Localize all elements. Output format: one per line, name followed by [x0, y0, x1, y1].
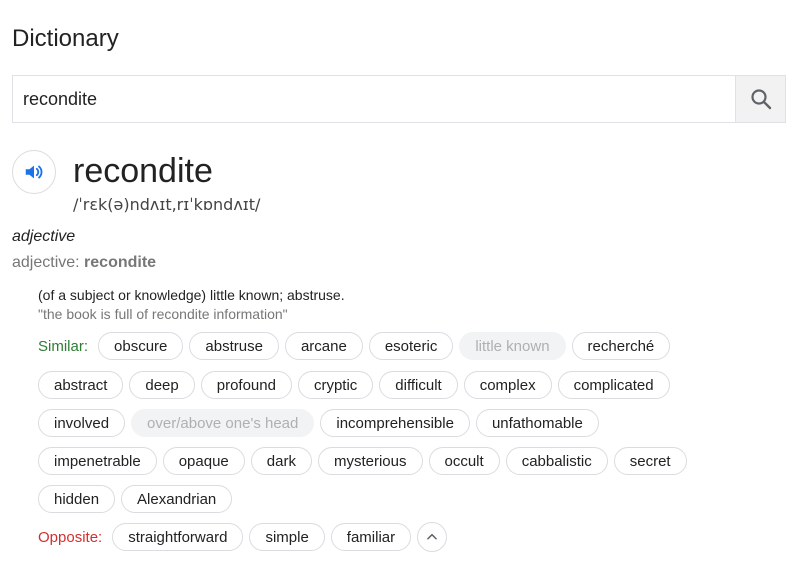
- similar-row: Similar: obscure abstruse arcane esoteric lit…: [38, 332, 671, 360]
- synonym-chip[interactable]: involved: [38, 409, 126, 437]
- synonym-chip[interactable]: abstract: [38, 371, 124, 399]
- speaker-icon: [25, 165, 43, 179]
- synonym-chip[interactable]: incomprehensible: [320, 409, 470, 437]
- search-icon: [750, 89, 771, 110]
- synonym-chip[interactable]: esoteric: [368, 332, 454, 360]
- antonym-chip[interactable]: straightforward: [112, 523, 244, 551]
- synonym-chip[interactable]: cryptic: [297, 371, 374, 399]
- antonym-chip[interactable]: simple: [249, 523, 325, 551]
- phonetic-spelling: /ˈrɛk(ə)ndʌɪt,rɪˈkɒndʌɪt/: [73, 195, 261, 214]
- collapse-button[interactable]: [417, 522, 448, 552]
- similar-row: hidden Alexandrian: [38, 485, 233, 513]
- synonym-chip[interactable]: obscure: [98, 332, 184, 360]
- chevron-up-icon: [427, 533, 437, 540]
- similar-row: impenetrable opaque dark mysterious occult ca…: [38, 447, 687, 475]
- synonym-chip[interactable]: Alexandrian: [121, 485, 233, 513]
- pronunciation-button[interactable]: [12, 150, 56, 194]
- synonym-chip[interactable]: difficult: [379, 371, 458, 399]
- opposite-row: Opposite: straightforward simple familiar: [38, 522, 448, 552]
- headword: recondite: [73, 152, 213, 190]
- search-box: [12, 75, 786, 123]
- example-sentence: "the book is full of recondite informati…: [38, 306, 288, 322]
- synonym-chip[interactable]: complicated: [557, 371, 670, 399]
- similar-row: involved over/above one's head incomprehen…: [38, 409, 599, 437]
- dictionary-page: Dictionary recondite /ˈrɛk(ə)ndʌɪt,rɪˈkɒ…: [0, 0, 794, 562]
- pos-word: recondite: [84, 254, 157, 271]
- pos-label: adjective:: [12, 254, 85, 271]
- synonym-chip[interactable]: cabbalistic: [505, 447, 608, 475]
- synonym-chip[interactable]: secret: [613, 447, 687, 475]
- synonym-chip[interactable]: arcane: [284, 332, 363, 360]
- synonym-chip[interactable]: recherché: [571, 332, 671, 360]
- synonym-chip[interactable]: deep: [129, 371, 195, 399]
- synonym-chip[interactable]: mysterious: [317, 447, 423, 475]
- synonym-chip[interactable]: abstruse: [189, 332, 279, 360]
- definition-text: (of a subject or knowledge) little known…: [38, 287, 345, 303]
- synonym-chip[interactable]: unfathomable: [475, 409, 599, 437]
- pos-line: adjective: recondite: [12, 254, 156, 272]
- synonym-chip[interactable]: complex: [463, 371, 552, 399]
- synonym-chip[interactable]: opaque: [162, 447, 245, 475]
- opposite-label: Opposite:: [38, 528, 103, 546]
- synonym-chip[interactable]: over/above one's head: [131, 409, 315, 437]
- search-input[interactable]: [13, 76, 735, 122]
- synonym-chip[interactable]: dark: [250, 447, 312, 475]
- synonym-chip[interactable]: impenetrable: [38, 447, 157, 475]
- search-button[interactable]: [735, 76, 785, 122]
- synonym-chip[interactable]: occult: [428, 447, 500, 475]
- antonym-chip[interactable]: familiar: [330, 523, 412, 551]
- synonym-chip[interactable]: hidden: [38, 485, 116, 513]
- page-title: Dictionary: [12, 25, 119, 52]
- synonym-chip[interactable]: profound: [200, 371, 292, 399]
- part-of-speech: adjective: [12, 228, 76, 245]
- synonym-chip[interactable]: little known: [459, 332, 566, 360]
- similar-label: Similar:: [38, 337, 89, 355]
- similar-row: abstract deep profound cryptic difficult comp…: [38, 371, 670, 399]
